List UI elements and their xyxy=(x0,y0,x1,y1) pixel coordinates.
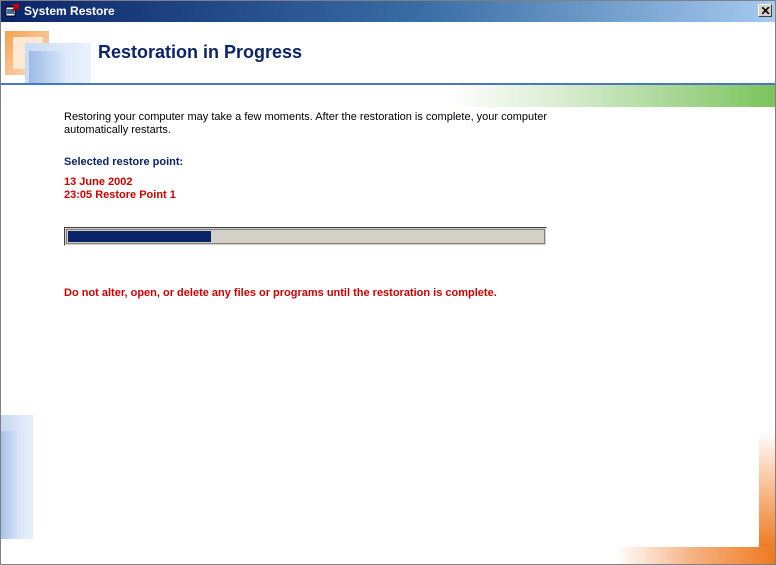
bottom-right-decoration-vertical xyxy=(759,431,775,549)
close-button[interactable] xyxy=(758,4,772,17)
system-restore-icon xyxy=(5,4,19,17)
wizard-header: Restoration in Progress xyxy=(1,22,775,83)
window-title: System Restore xyxy=(24,4,115,18)
selected-restore-point-label: Selected restore point: xyxy=(64,156,184,168)
left-decoration-inner xyxy=(1,431,17,539)
progress-fill xyxy=(68,231,212,242)
title-bar[interactable]: System Restore xyxy=(1,1,775,22)
progress-track xyxy=(66,229,545,244)
bottom-right-decoration-horizontal xyxy=(615,547,775,564)
restore-point-date: 13 June 2002 xyxy=(64,176,133,188)
header-graphic-icon xyxy=(5,31,91,83)
page-title: Restoration in Progress xyxy=(98,42,303,62)
system-restore-window: System Restore Restoration in Progress R… xyxy=(0,0,776,565)
header-accent-strip xyxy=(451,85,775,107)
close-icon xyxy=(762,7,770,14)
warning-text: Do not alter, open, or delete any files … xyxy=(64,287,497,299)
content-area: Restoring your computer may take a few m… xyxy=(64,111,564,299)
intro-text: Restoring your computer may take a few m… xyxy=(64,111,547,136)
restore-progress-bar xyxy=(64,227,547,246)
restore-point-name: 23:05 Restore Point 1 xyxy=(64,189,176,201)
